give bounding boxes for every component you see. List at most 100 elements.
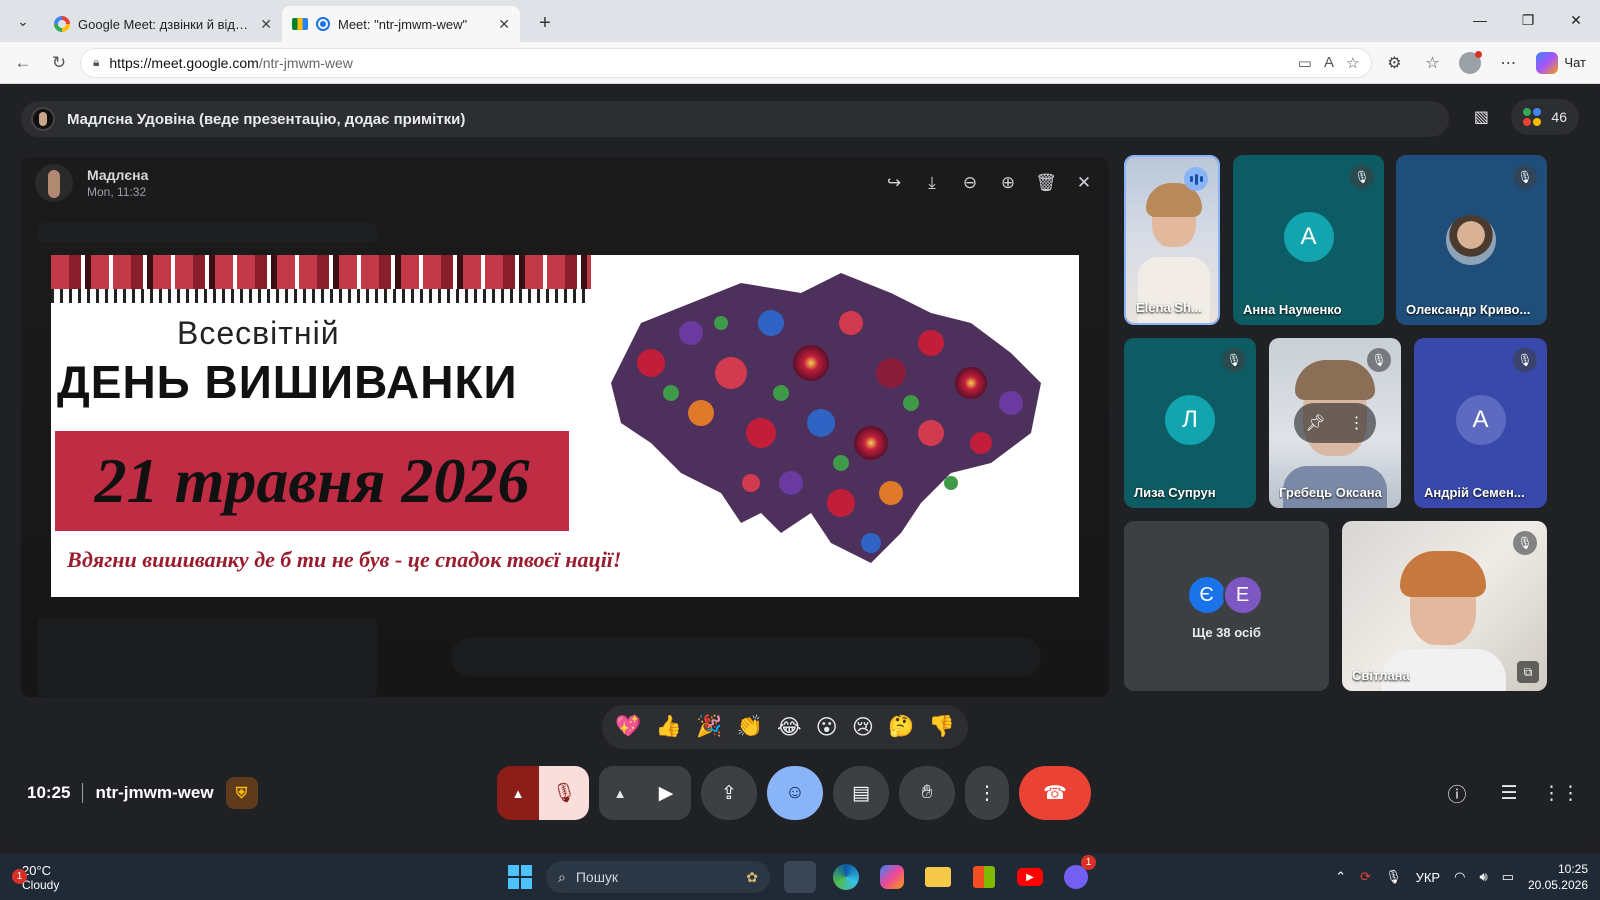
minimize-self-view-icon[interactable]: ⧉ <box>1517 661 1539 683</box>
tile-hover-actions: 📌︎ ⋮ <box>1294 403 1376 443</box>
present-screen-icon[interactable]: ⇪ <box>701 766 757 820</box>
presentation-stage: Мадлєна Mon, 11:32 ↪ ⤓ ⊖ ⊕ 🗑︎ ✕ Всесвітн… <box>21 157 1109 697</box>
reaction-thinking[interactable]: 🤔 <box>888 715 914 739</box>
delete-icon[interactable]: 🗑︎ <box>1035 173 1057 193</box>
tab-close-icon[interactable]: ✕ <box>260 16 272 33</box>
read-aloud-icon[interactable]: A <box>1324 54 1334 72</box>
download-icon[interactable]: ⤓ <box>921 173 943 193</box>
background-blur-block <box>37 223 377 243</box>
zoom-out-icon[interactable]: ⊖ <box>959 173 981 193</box>
sync-icon[interactable]: ⟳ <box>1360 869 1371 885</box>
wifi-icon[interactable]: ◠ <box>1454 869 1465 885</box>
maximize-icon[interactable]: ❐ <box>1504 0 1552 40</box>
back-icon[interactable]: ← <box>8 48 38 78</box>
meeting-info: 10:25 ntr-jmwm-wew ⛨ <box>27 777 258 809</box>
youtube-icon[interactable]: ▶ <box>1014 861 1046 893</box>
task-view-icon[interactable] <box>784 861 816 893</box>
audio-options-chevron-icon[interactable]: ▲ <box>497 766 539 820</box>
video-options-chevron-icon[interactable]: ▲ <box>599 766 641 820</box>
host-controls-icon[interactable]: ⛨ <box>225 777 258 809</box>
window-controls: — ❐ ✕ <box>1456 0 1600 40</box>
reload-icon[interactable]: ↻ <box>44 48 74 78</box>
vyshyvanka-day-slide: Всесвітній ДЕНЬ ВИШИВАНКИ 21 травня 2026… <box>51 255 1079 597</box>
tab-actions-menu-icon[interactable]: ⌄ <box>6 4 40 38</box>
activities-icon[interactable]: ⋮⋮ <box>1539 771 1583 815</box>
participant-tile[interactable]: 🎙︎ Олександр Криво... <box>1396 155 1547 325</box>
participant-name: Гребець Оксана <box>1279 485 1382 500</box>
camera-in-use-icon[interactable]: ▭ <box>1298 54 1312 72</box>
participant-initial-avatar: А <box>1455 395 1506 445</box>
reaction-heart[interactable]: 💖 <box>615 715 641 739</box>
tab-google-meet-home[interactable]: Google Meet: дзвінки й відеоконф ✕ <box>44 6 282 42</box>
captions-icon[interactable]: ▤ <box>833 766 889 820</box>
microphone-tray-icon[interactable]: 🎙︎ <box>1385 869 1402 885</box>
taskbar-apps: ⌕ Пошук ✿ ▶ 1 <box>508 855 1096 893</box>
self-view-tile[interactable]: 🎙︎ ⧉ Світлана <box>1342 521 1547 691</box>
minimize-icon[interactable]: — <box>1456 0 1504 40</box>
participant-tile[interactable]: Elena Sh... <box>1124 155 1220 325</box>
tab-title: Meet: "ntr-jmwm-wew" <box>338 16 468 32</box>
participant-tile[interactable]: А 🎙︎ Анна Науменко <box>1233 155 1384 325</box>
camera-icon[interactable]: ▶︎ <box>641 766 691 820</box>
system-clock[interactable]: 10:25 20.05.2026 <box>1528 861 1588 893</box>
show-hidden-icons-chevron[interactable]: ⌃ <box>1335 869 1346 885</box>
reaction-sad[interactable]: 😢 <box>852 715 874 740</box>
weather-widget[interactable]: 1 20°C Cloudy <box>12 863 59 892</box>
close-window-icon[interactable]: ✕ <box>1552 0 1600 40</box>
participants-button[interactable]: 46 <box>1511 99 1579 135</box>
volume-icon[interactable]: 🔊︎ <box>1479 869 1487 885</box>
reaction-party[interactable]: 🎉 <box>696 715 722 739</box>
mic-control-group: ▲ 🎙︎ <box>497 766 589 820</box>
profile-avatar[interactable] <box>1454 48 1486 78</box>
reaction-surprised[interactable]: 😮 <box>816 715 838 740</box>
more-participants-tile[interactable]: Є Е Ще 38 осіб <box>1124 521 1329 691</box>
zoom-in-icon[interactable]: ⊕ <box>997 173 1019 193</box>
copilot-chat-button[interactable]: Чат <box>1530 51 1592 74</box>
share-icon[interactable]: ↪ <box>883 173 905 193</box>
emoji-reactions-icon[interactable]: ☺ <box>767 766 823 820</box>
chat-icon[interactable]: ☰ <box>1487 771 1531 815</box>
pin-icon[interactable]: 📌︎ <box>1305 413 1325 433</box>
reaction-thumbs-up[interactable]: 👍 <box>656 715 682 739</box>
browser-toolbar: ← ↻ 🔒︎ https://meet.google.com/ntr-jmwm-… <box>0 42 1600 84</box>
favorite-star-icon[interactable]: ☆ <box>1346 54 1359 72</box>
participant-name: Elena Sh... <box>1136 300 1202 315</box>
more-menu-icon[interactable]: ⋯ <box>1492 48 1524 78</box>
address-bar[interactable]: 🔒︎ https://meet.google.com/ntr-jmwm-wew … <box>80 47 1373 78</box>
reaction-clap[interactable]: 👏 <box>737 715 763 739</box>
camera-control-group: ▲ ▶︎ <box>599 766 691 820</box>
reaction-laugh[interactable]: 😂 <box>777 715 802 740</box>
lock-icon[interactable]: 🔒︎ <box>93 55 99 70</box>
battery-icon[interactable]: ▭ <box>1502 869 1514 885</box>
participant-tile[interactable]: 🎙︎ 📌︎ ⋮ Гребець Оксана <box>1269 338 1401 508</box>
raise-hand-icon[interactable]: ✋︎ <box>899 766 955 820</box>
embroidered-ukraine-map <box>611 273 1041 563</box>
tab-meet-call[interactable]: Meet: "ntr-jmwm-wew" ✕ <box>282 6 520 42</box>
start-windows-icon[interactable] <box>508 865 532 889</box>
participant-tile[interactable]: Л 🎙︎ Лиза Супрун <box>1124 338 1256 508</box>
viber-icon[interactable]: 1 <box>1060 855 1096 893</box>
copilot-app-icon[interactable] <box>876 861 908 893</box>
mic-off-icon[interactable]: 🎙︎ <box>539 766 589 820</box>
meeting-details-icon[interactable]: ⓘ <box>1435 771 1479 815</box>
participant-tile[interactable]: А 🎙︎ Андрій Семен... <box>1414 338 1547 508</box>
extensions-icon[interactable]: ⚙ <box>1378 48 1410 78</box>
hide-tiles-icon[interactable]: ▧ <box>1463 99 1499 135</box>
microsoft-store-icon[interactable] <box>968 861 1000 893</box>
google-logo-icon <box>54 16 70 32</box>
tab-close-icon[interactable]: ✕ <box>498 16 510 33</box>
favorites-icon[interactable]: ☆ <box>1416 48 1448 78</box>
tile-more-options-icon[interactable]: ⋮ <box>1349 413 1365 433</box>
close-viewer-icon[interactable]: ✕ <box>1073 173 1095 193</box>
leave-call-icon[interactable]: ☎ <box>1019 766 1091 820</box>
edge-browser-icon[interactable] <box>830 861 862 893</box>
file-explorer-icon[interactable] <box>922 861 954 893</box>
mic-muted-icon: 🎙︎ <box>1513 348 1537 372</box>
taskbar-search[interactable]: ⌕ Пошук ✿ <box>546 861 770 893</box>
more-options-icon[interactable]: ⋮ <box>965 766 1009 820</box>
search-icon: ⌕ <box>558 868 566 885</box>
reaction-thumbs-down[interactable]: 👎 <box>929 715 955 739</box>
new-tab-button[interactable]: + <box>530 8 560 38</box>
participant-initial-avatar: Є <box>1186 575 1227 615</box>
input-language[interactable]: УКР <box>1416 870 1441 885</box>
